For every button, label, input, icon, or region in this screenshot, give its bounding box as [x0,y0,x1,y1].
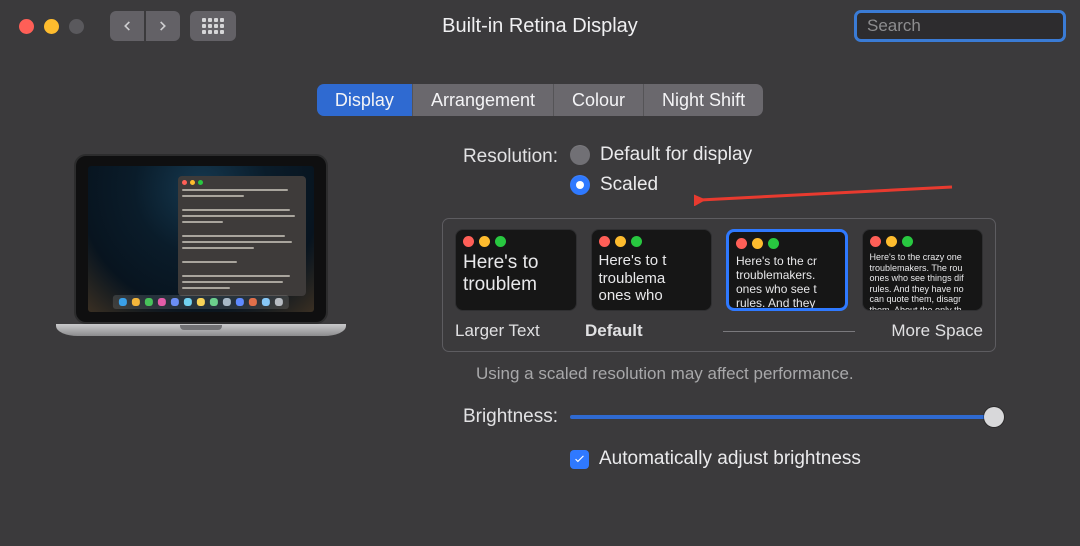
minimize-button[interactable] [44,19,59,34]
search-input[interactable] [867,16,1080,36]
display-preview [56,154,346,354]
scale-preview-2[interactable]: Here's to the cr troublemakers. ones who… [726,229,848,311]
forward-button[interactable] [146,11,180,41]
scale-preview-3[interactable]: Here's to the crazy one troublemakers. T… [862,229,984,311]
brightness-thumb[interactable] [984,407,1004,427]
brightness-label: Brightness: [428,406,558,428]
scale-label-larger: Larger Text [455,321,585,341]
tab-arrangement[interactable]: Arrangement [413,84,554,116]
search-field[interactable] [854,10,1066,42]
brightness-slider[interactable] [570,415,1002,419]
close-button[interactable] [19,19,34,34]
resolution-option-default-for-display[interactable]: Default for display [570,144,752,166]
check-icon [573,453,586,466]
auto-brightness-checkbox[interactable] [570,450,589,469]
annotation-arrow [694,182,954,206]
tab-display[interactable]: Display [317,84,413,116]
scale-preview-1[interactable]: Here's to t troublema ones who [591,229,713,311]
tab-night-shift[interactable]: Night Shift [644,84,763,116]
scale-label-more: More Space [863,321,983,341]
radio-icon [570,145,590,165]
scale-warning: Using a scaled resolution may affect per… [476,364,1060,384]
radio-icon [570,175,590,195]
grid-icon [202,18,224,34]
scale-options: Here's to troublemHere's to t troublema … [442,218,996,352]
back-button[interactable] [110,11,144,41]
scale-label-default: Default [585,321,715,341]
resolution-label: Resolution: [428,144,558,168]
scale-preview-0[interactable]: Here's to troublem [455,229,577,311]
show-all-button[interactable] [190,11,236,41]
maximize-button [69,19,84,34]
auto-brightness-label: Automatically adjust brightness [599,448,861,470]
tab-colour[interactable]: Colour [554,84,644,116]
